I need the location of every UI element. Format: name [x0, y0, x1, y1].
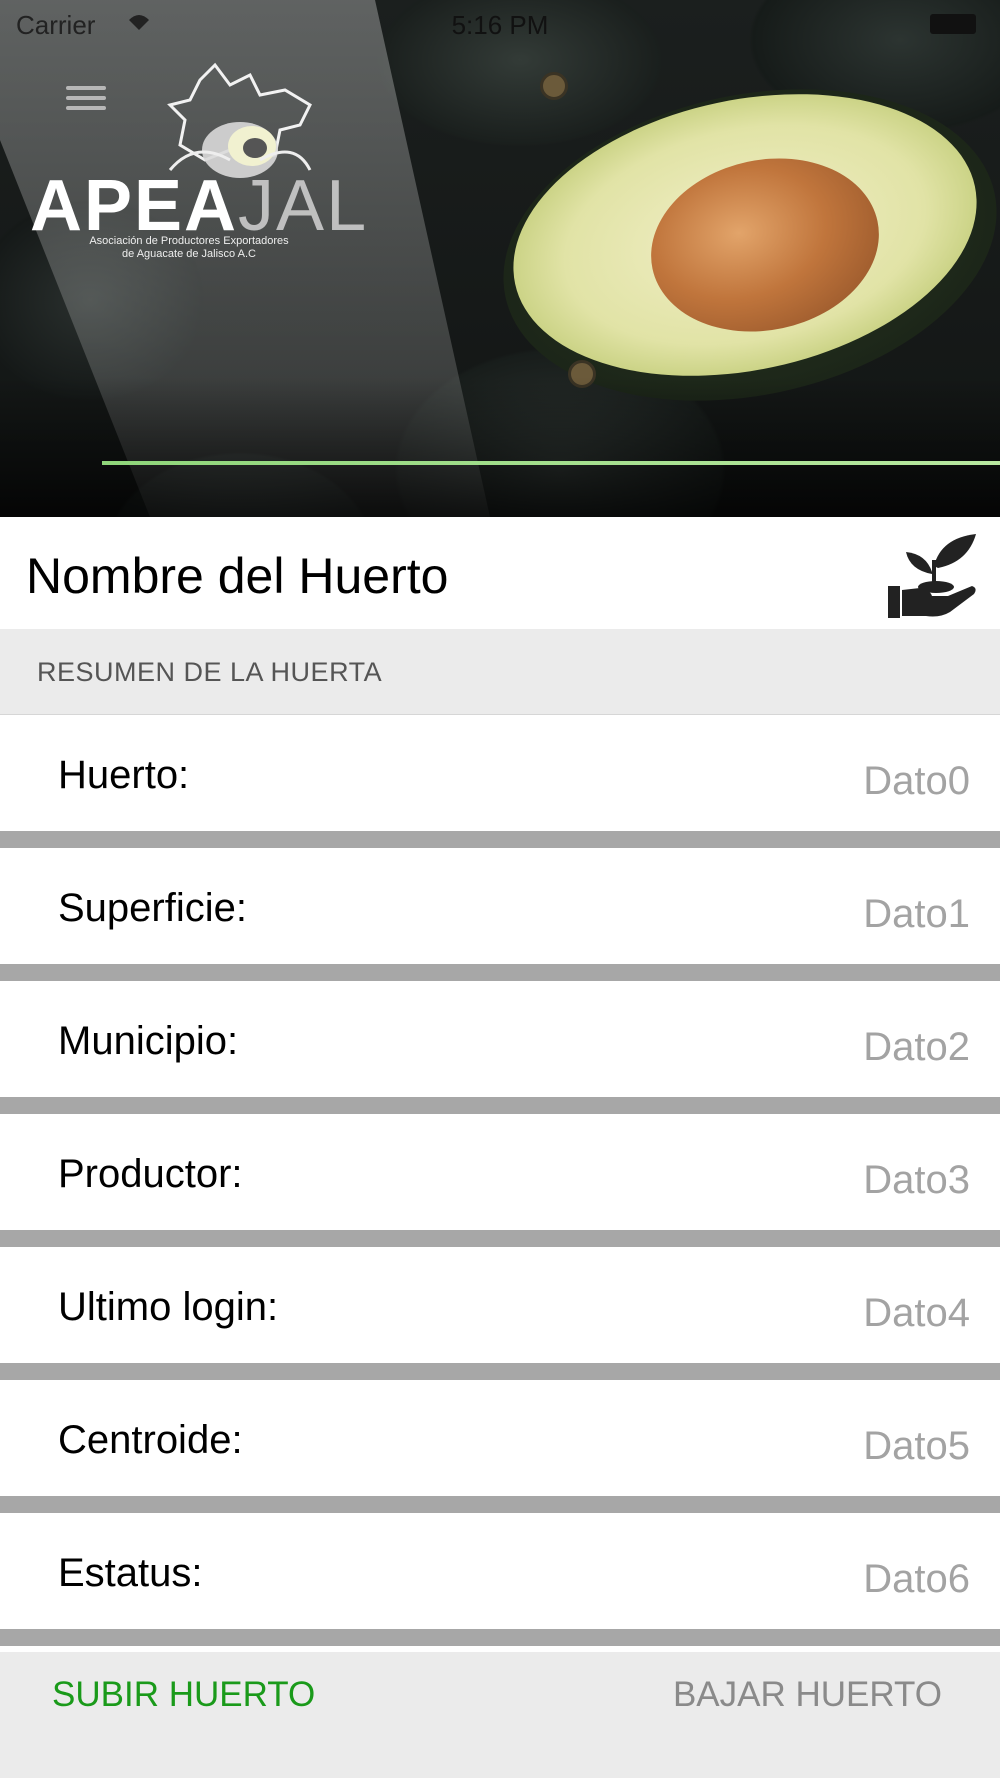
detail-value: Dato1 [863, 892, 970, 936]
logo-subtitle-line2: de Aguacate de Jalisco A.C [122, 248, 256, 260]
status-time: 5:16 PM [451, 10, 549, 40]
detail-row-municipio[interactable]: Municipio: Dato2 [0, 981, 1000, 1114]
logo-wordmark: APEAJAL [30, 170, 368, 242]
section-label: RESUMEN DE LA HUERTA [37, 657, 383, 687]
details-list: Huerto: Dato0 Superficie: Dato1 Municipi… [0, 715, 1000, 1646]
section-header: RESUMEN DE LA HUERTA [0, 629, 1000, 715]
detail-label: Productor: [58, 1152, 243, 1196]
logo-subtitle: Asociación de Productores Exportadores d… [64, 235, 314, 261]
plant-in-hand-icon[interactable] [886, 532, 978, 620]
detail-row-productor[interactable]: Productor: Dato3 [0, 1114, 1000, 1247]
header-banner: APEAJAL Asociación de Productores Export… [0, 0, 1000, 517]
banner-fade [0, 377, 1000, 517]
avocado-stem [540, 72, 568, 100]
logo-word-alt: JAL [238, 166, 369, 246]
detail-label: Centroide: [58, 1418, 243, 1462]
page-title: Nombre del Huerto [26, 548, 449, 604]
detail-value: Dato2 [863, 1025, 970, 1069]
detail-value: Dato5 [863, 1424, 970, 1468]
detail-value: Dato0 [863, 759, 970, 803]
battery-icon [930, 14, 976, 34]
accent-line [102, 461, 1000, 465]
detail-value: Dato3 [863, 1158, 970, 1202]
detail-label: Municipio: [58, 1019, 239, 1063]
detail-row-ultimo-login[interactable]: Ultimo login: Dato4 [0, 1247, 1000, 1380]
detail-label: Estatus: [58, 1551, 203, 1595]
logo-word-main: APEA [30, 166, 239, 246]
detail-value: Dato6 [863, 1557, 970, 1601]
detail-row-centroide[interactable]: Centroide: Dato5 [0, 1380, 1000, 1513]
detail-row-estatus[interactable]: Estatus: Dato6 [0, 1513, 1000, 1646]
action-bar: SUBIR HUERTO BAJAR HUERTO [0, 1652, 1000, 1778]
logo-subtitle-line1: Asociación de Productores Exportadores [89, 235, 289, 247]
detail-label: Superficie: [58, 886, 247, 930]
title-row: Nombre del Huerto [0, 517, 1000, 629]
detail-label: Huerto: [58, 753, 190, 797]
jalisco-map-icon [167, 62, 312, 178]
detail-value: Dato4 [863, 1291, 970, 1335]
detail-row-huerto[interactable]: Huerto: Dato0 [0, 715, 1000, 848]
download-huerto-button[interactable]: BAJAR HUERTO [673, 1675, 942, 1715]
hamburger-menu-icon[interactable] [66, 80, 106, 120]
upload-huerto-button[interactable]: SUBIR HUERTO [52, 1675, 315, 1715]
status-bar: Carrier 5:16 PM [0, 0, 1000, 50]
detail-row-superficie[interactable]: Superficie: Dato1 [0, 848, 1000, 981]
detail-label: Ultimo login: [58, 1285, 279, 1329]
